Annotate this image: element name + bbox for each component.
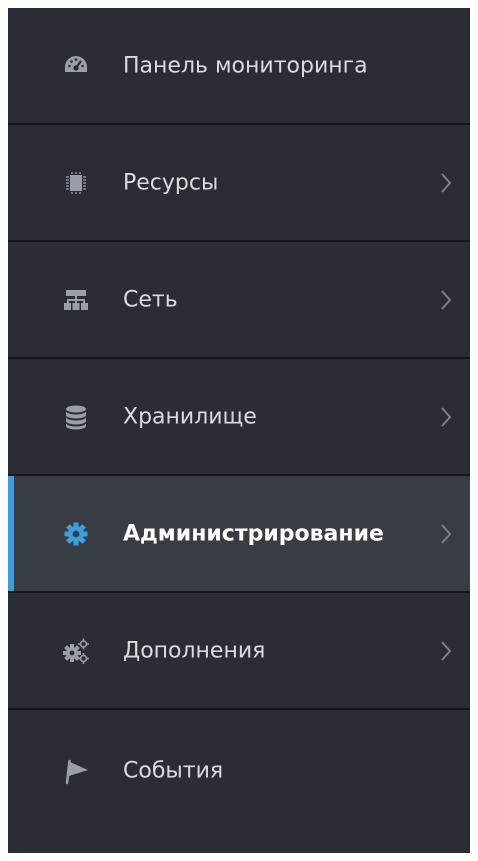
sidebar-item-label: События — [123, 758, 224, 783]
sidebar-item-network[interactable]: Сеть — [8, 242, 470, 359]
sidebar-item-administration[interactable]: Администрирование — [8, 476, 470, 593]
chevron-right-icon — [440, 172, 452, 194]
chevron-right-icon — [440, 289, 452, 311]
sidebar-item-label: Панель мониторинга — [123, 53, 368, 78]
flag-icon — [62, 757, 90, 785]
sidebar-item-label: Сеть — [123, 287, 178, 312]
sidebar-item-resources[interactable]: Ресурсы — [8, 125, 470, 242]
chevron-right-icon — [440, 406, 452, 428]
database-icon — [62, 403, 90, 431]
network-icon — [62, 286, 90, 314]
sidebar-item-label: Дополнения — [123, 638, 266, 663]
sidebar-nav: Панель мониторинга Ресурсы Сеть Хранилищ… — [8, 8, 470, 853]
sidebar-item-label: Хранилище — [123, 404, 257, 429]
gears-icon — [62, 637, 90, 665]
gear-icon — [62, 520, 90, 548]
chevron-right-icon — [440, 523, 452, 545]
dashboard-gauge-icon — [62, 52, 90, 80]
cpu-chip-icon — [62, 169, 90, 197]
sidebar-item-events[interactable]: События — [8, 710, 470, 831]
sidebar-item-dashboard[interactable]: Панель мониторинга — [8, 8, 470, 125]
chevron-right-icon — [440, 640, 452, 662]
sidebar-item-label: Ресурсы — [123, 170, 219, 195]
sidebar-item-label: Администрирование — [123, 521, 384, 546]
sidebar-item-storage[interactable]: Хранилище — [8, 359, 470, 476]
sidebar-item-addons[interactable]: Дополнения — [8, 593, 470, 710]
